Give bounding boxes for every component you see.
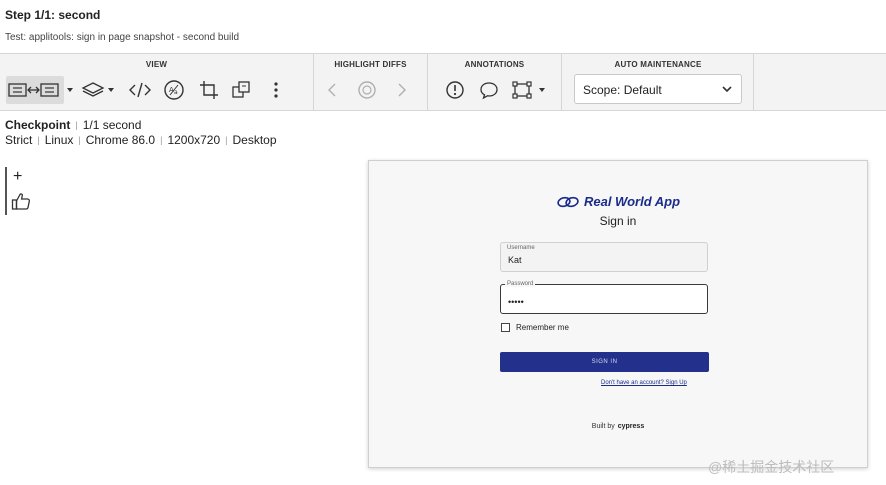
checkpoint-image[interactable]: Real World App Sign in Username Kat Pass… bbox=[368, 160, 868, 468]
separator: | bbox=[160, 135, 163, 145]
code-icon bbox=[129, 82, 151, 98]
password-label: Password bbox=[505, 281, 536, 287]
toolbar: VIEW A a HIGHLIGHT DIFFS ANNOTATIONS AUT… bbox=[0, 53, 886, 111]
sign-in-heading: Sign in bbox=[599, 214, 637, 228]
alert-circle-icon bbox=[446, 81, 464, 99]
annotations-group: ANNOTATIONS bbox=[428, 54, 561, 110]
checkpoint-label: Checkpoint bbox=[5, 118, 71, 132]
caret-down-icon bbox=[67, 88, 73, 92]
side-tools: + bbox=[5, 167, 33, 215]
checkpoint-value: 1/1 second bbox=[82, 118, 142, 132]
separator: | bbox=[75, 120, 78, 130]
remark-annotation-button[interactable] bbox=[476, 76, 502, 104]
scope-select[interactable]: Scope: Default bbox=[574, 74, 742, 104]
viewport: 1200x720 bbox=[167, 133, 221, 147]
compare-mode-dropdown[interactable] bbox=[64, 76, 76, 104]
scope-select-value: Scope: Default bbox=[583, 83, 662, 97]
cypress-logo: cypress bbox=[617, 423, 645, 430]
auto-maintenance-label: AUTO MAINTENANCE bbox=[614, 60, 702, 69]
sign-up-link[interactable]: Don't have an account? Sign Up bbox=[601, 380, 687, 386]
copy-icon bbox=[232, 81, 250, 98]
app-name: Real World App bbox=[583, 194, 681, 209]
side-by-side-compare-button[interactable] bbox=[6, 76, 64, 104]
test-subtitle: Test: applitools: sign in page snapshot … bbox=[5, 32, 240, 43]
step-header: Step 1/1: second Test: applitools: sign … bbox=[0, 0, 886, 52]
separator: | bbox=[37, 135, 40, 145]
separator: | bbox=[225, 135, 228, 145]
password-value: ••••• bbox=[508, 297, 524, 307]
watermark: @稀土掘金技术社区 bbox=[708, 459, 835, 475]
step-title: Step 1/1: second bbox=[5, 8, 101, 22]
region-annotation-button[interactable] bbox=[510, 76, 550, 104]
more-options-button[interactable] bbox=[266, 76, 286, 104]
checkpoint-meta: Strict | Linux | Chrome 86.0 | 1200x720 | Deskto… bbox=[5, 133, 277, 147]
crop-button[interactable] bbox=[196, 76, 222, 104]
browser: Chrome 86.0 bbox=[85, 133, 156, 147]
next-diff-button[interactable] bbox=[392, 76, 412, 104]
username-value: Kat bbox=[508, 255, 522, 265]
more-vertical-icon bbox=[274, 82, 278, 98]
accessibility-icon: A a bbox=[164, 80, 184, 100]
previous-diff-button[interactable] bbox=[322, 76, 342, 104]
highlight-toggle-button[interactable] bbox=[354, 76, 380, 104]
view-group: VIEW A a bbox=[0, 54, 313, 110]
chevron-left-icon bbox=[328, 83, 336, 97]
app-logo: Real World App bbox=[369, 194, 867, 209]
side-by-side-compare-icon bbox=[8, 83, 59, 97]
view-group-label: VIEW bbox=[145, 60, 168, 69]
remember-me[interactable]: Remember me bbox=[501, 323, 569, 332]
built-by: Built by cypress bbox=[369, 423, 867, 430]
code-view-button[interactable] bbox=[126, 76, 154, 104]
accessibility-button[interactable]: A a bbox=[160, 76, 188, 104]
highlight-diffs-label: HIGHLIGHT DIFFS bbox=[334, 60, 407, 69]
password-field[interactable]: Password ••••• bbox=[500, 281, 708, 314]
remember-me-label: Remember me bbox=[516, 323, 569, 332]
zoom-in-button[interactable]: + bbox=[13, 169, 22, 185]
chevron-right-icon bbox=[398, 83, 406, 97]
os: Linux bbox=[44, 133, 74, 147]
region-icon bbox=[512, 81, 545, 99]
issue-annotation-button[interactable] bbox=[442, 76, 468, 104]
crop-icon bbox=[200, 81, 218, 99]
separator: | bbox=[78, 135, 81, 145]
copy-button[interactable] bbox=[228, 76, 254, 104]
sign-in-button[interactable]: SIGN IN bbox=[500, 352, 709, 372]
thumbs-up-icon[interactable] bbox=[11, 191, 31, 211]
built-by-label: Built by bbox=[591, 423, 615, 430]
checkpoint-title: Checkpoint | 1/1 second bbox=[5, 118, 141, 132]
username-field[interactable]: Username Kat bbox=[500, 242, 708, 272]
match-level: Strict bbox=[5, 133, 33, 147]
toolbar-divider bbox=[753, 54, 754, 110]
layers-icon bbox=[81, 82, 114, 97]
annotations-label: ANNOTATIONS bbox=[464, 60, 525, 69]
comment-icon bbox=[480, 82, 498, 100]
device: Desktop bbox=[232, 133, 277, 147]
username-label: Username bbox=[507, 245, 535, 251]
highlight-diffs-group: HIGHLIGHT DIFFS bbox=[314, 54, 427, 110]
highlight-toggle-icon bbox=[358, 81, 376, 99]
layers-button[interactable] bbox=[80, 76, 118, 104]
remember-me-checkbox[interactable] bbox=[501, 323, 510, 332]
chevron-down-icon bbox=[722, 86, 732, 93]
link-logo-icon bbox=[557, 196, 579, 207]
